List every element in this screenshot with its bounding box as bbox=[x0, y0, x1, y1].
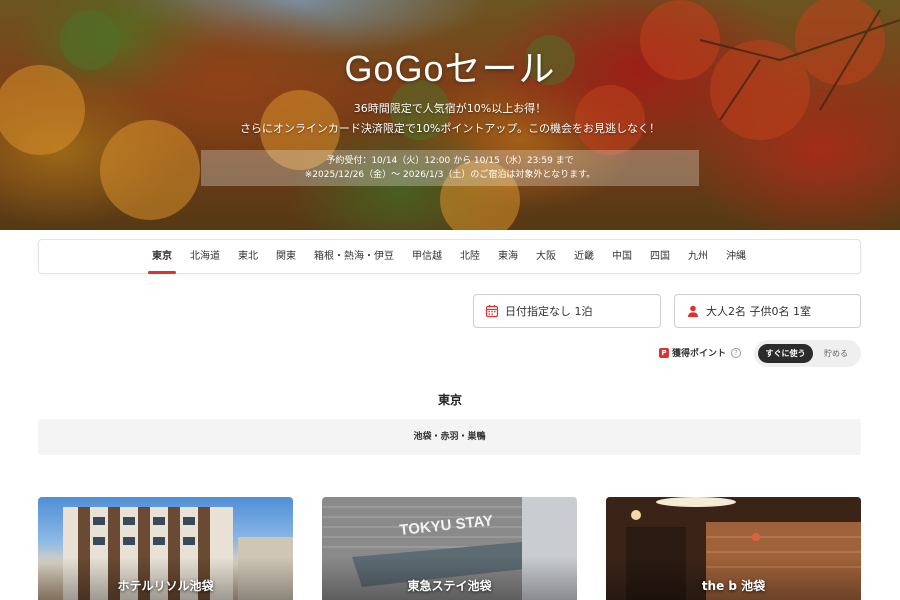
hotel-card[interactable]: ホテルリソル池袋 bbox=[38, 497, 293, 600]
area-title: 東京 bbox=[437, 393, 462, 407]
region-tab-hokuriku[interactable]: 北陸 bbox=[451, 240, 489, 273]
guest-selector[interactable]: 大人2名 子供0名 1室 bbox=[674, 294, 861, 328]
hotel-name: ホテルリソル池袋 bbox=[117, 579, 214, 593]
region-tab-list: 東京 北海道 東北 関東 箱根・熱海・伊豆 甲信越 北陸 東海 大阪 近畿 中国… bbox=[143, 240, 755, 274]
guest-selector-label: 大人2名 子供0名 1室 bbox=[706, 305, 811, 318]
points-label: P 獲得ポイント ? bbox=[659, 346, 742, 359]
hero-subtitle-1: 36時間限定で人気宿が10%以上お得！ bbox=[353, 102, 547, 115]
region-tab-hokkaido[interactable]: 北海道 bbox=[181, 240, 229, 273]
help-icon[interactable]: ? bbox=[731, 347, 742, 358]
subarea-ikebukuro[interactable]: 池袋・赤羽・巣鴨 bbox=[38, 419, 861, 455]
region-tab-shikoku[interactable]: 四国 bbox=[641, 240, 679, 273]
hero-banner: GoGoセール 36時間限定で人気宿が10%以上お得！ さらにオンラインカード決… bbox=[0, 0, 900, 230]
region-tab-kinki[interactable]: 近畿 bbox=[565, 240, 603, 273]
hotel-card[interactable]: the b 池袋 bbox=[606, 497, 861, 600]
region-tab-hakone[interactable]: 箱根・熱海・伊豆 bbox=[305, 240, 403, 273]
calendar-icon bbox=[485, 305, 499, 318]
date-selector[interactable]: 日付指定なし 1泊 bbox=[473, 294, 661, 328]
hotel-name: 東急ステイ池袋 bbox=[407, 579, 492, 593]
points-use-now-option[interactable]: すぐに使う bbox=[758, 344, 813, 363]
hotel-name: the b 池袋 bbox=[701, 579, 766, 593]
hero-content: GoGoセール 36時間限定で人気宿が10%以上お得！ さらにオンラインカード決… bbox=[0, 0, 900, 230]
points-save-option[interactable]: 貯める bbox=[816, 344, 856, 363]
region-tab-tokyo[interactable]: 東京 bbox=[143, 240, 181, 274]
date-selector-label: 日付指定なし 1泊 bbox=[505, 305, 593, 318]
hero-subtitle-2: さらにオンラインカード決済限定で10%ポイントアップ。この機会をお見逃しなく！ bbox=[239, 122, 661, 135]
region-tab-tohoku[interactable]: 東北 bbox=[229, 240, 267, 273]
notice-exclusion: ※2025/12/26（金）〜 2026/1/3（土）のご宿泊は対象外となります… bbox=[304, 170, 596, 180]
points-label-text: 獲得ポイント bbox=[672, 349, 727, 359]
points-toggle: すぐに使う 貯める bbox=[754, 340, 861, 367]
region-tab-okinawa[interactable]: 沖縄 bbox=[717, 240, 755, 273]
person-icon bbox=[688, 305, 698, 317]
region-tab-kyushu[interactable]: 九州 bbox=[679, 240, 717, 273]
region-tab-chugoku[interactable]: 中国 bbox=[603, 240, 641, 273]
hero-title: GoGoセール bbox=[344, 48, 556, 89]
region-tab-kanto[interactable]: 関東 bbox=[267, 240, 305, 273]
region-tabs: 東京 北海道 東北 関東 箱根・熱海・伊豆 甲信越 北陸 東海 大阪 近畿 中国… bbox=[38, 239, 861, 274]
hotel-card[interactable]: TOKYU STAY 東急ステイ池袋 bbox=[322, 497, 577, 600]
region-tab-tokai[interactable]: 東海 bbox=[489, 240, 527, 273]
notice-reservation-period: 予約受付：10/14（火）12:00 から 10/15（水）23:59 まで bbox=[326, 156, 574, 166]
points-badge-icon: P bbox=[659, 347, 669, 358]
hero-notice-box: 予約受付：10/14（火）12:00 から 10/15（水）23:59 まで ※… bbox=[201, 150, 699, 186]
region-tab-osaka[interactable]: 大阪 bbox=[527, 240, 565, 273]
region-tab-koshinetsu[interactable]: 甲信越 bbox=[403, 240, 451, 273]
